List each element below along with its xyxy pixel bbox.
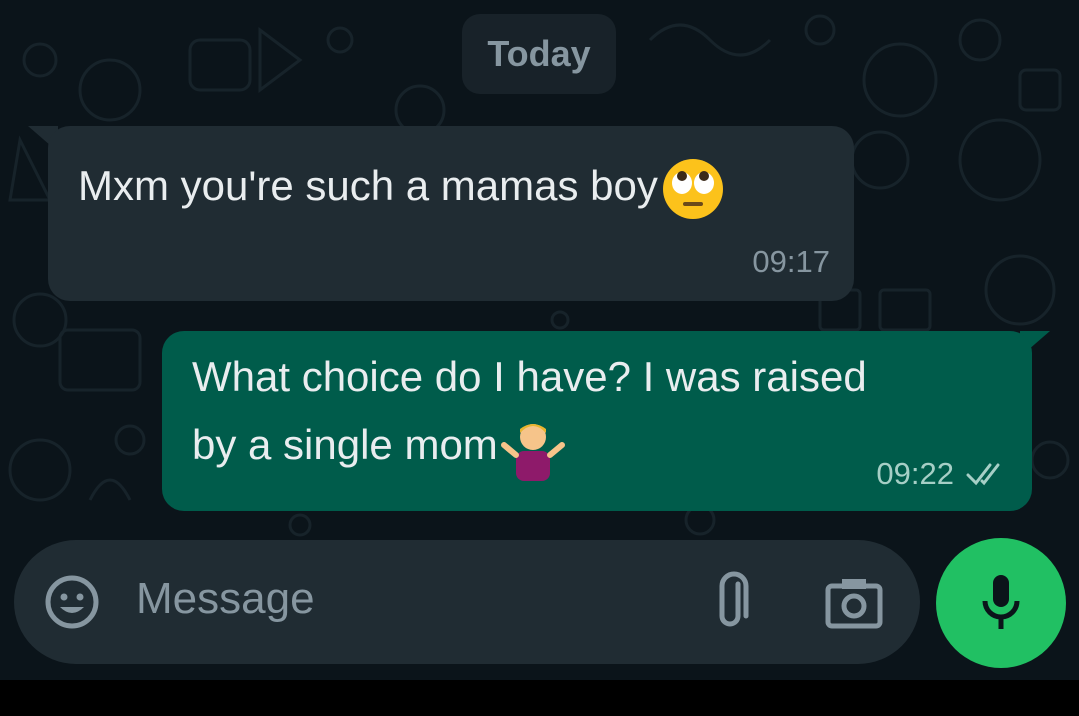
double-check-read-icon (966, 463, 1000, 486)
message-time: 09:17 (752, 244, 830, 279)
emoji-icon[interactable] (44, 574, 100, 630)
system-navigation-bar (0, 680, 1079, 716)
message-line-2-row: by a single mom (192, 411, 867, 481)
message-text: What choice do I have? I was raised by a… (192, 343, 867, 481)
camera-icon[interactable] (824, 574, 884, 630)
face-with-rolling-eyes-emoji (662, 158, 723, 219)
message-composer[interactable]: Message (14, 540, 920, 664)
outgoing-message-bubble[interactable]: What choice do I have? I was raised by a… (162, 331, 1032, 511)
attach-icon[interactable] (708, 570, 752, 634)
message-meta: 09:17 (752, 244, 830, 280)
message-line-1: What choice do I have? I was raised (192, 353, 867, 400)
message-input[interactable]: Message (136, 574, 315, 624)
message-text: Mxm you're such a mamas boy (78, 152, 726, 222)
message-text-content: Mxm you're such a mamas boy (78, 162, 658, 209)
incoming-message-bubble[interactable]: Mxm you're such a mamas boy 09:17 (48, 126, 854, 301)
message-meta: 09:22 (876, 456, 1010, 492)
man-shrugging-emoji (500, 423, 565, 481)
message-line-2: by a single mom (192, 421, 498, 468)
message-time: 09:22 (876, 456, 954, 491)
mic-button[interactable] (936, 538, 1066, 668)
mic-icon (982, 575, 1020, 629)
date-separator: Today (462, 14, 616, 94)
